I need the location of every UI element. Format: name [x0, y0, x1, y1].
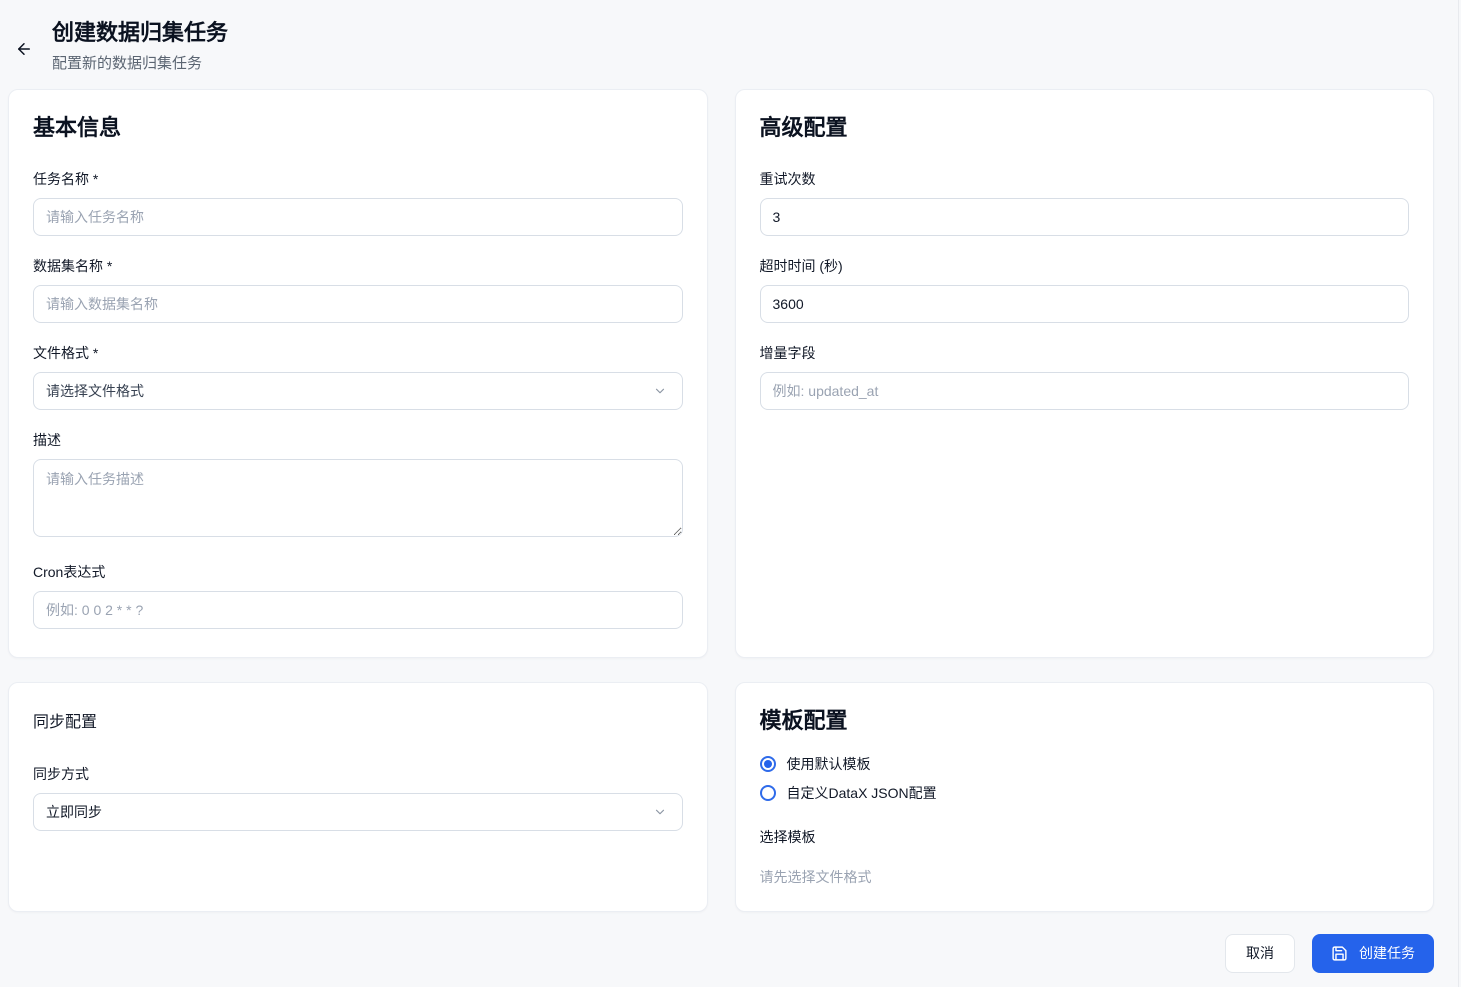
create-task-button[interactable]: 创建任务 [1312, 934, 1434, 973]
incremental-field: 增量字段 [760, 343, 1410, 410]
chevron-down-icon [653, 384, 667, 398]
radio-unselected-icon [760, 785, 776, 801]
dataset-name-input[interactable] [33, 285, 683, 323]
incremental-input[interactable] [760, 372, 1410, 410]
task-name-label: 任务名称 * [33, 169, 683, 189]
incremental-label: 增量字段 [760, 343, 1410, 363]
select-template-label: 选择模板 [760, 827, 1410, 847]
cron-input[interactable] [33, 591, 683, 629]
chevron-down-icon [653, 805, 667, 819]
sync-config-title: 同步配置 [33, 713, 683, 734]
cancel-button[interactable]: 取消 [1225, 934, 1295, 973]
description-field: 描述 [33, 430, 683, 542]
retry-count-label: 重试次数 [760, 169, 1410, 189]
cron-field: Cron表达式 [33, 562, 683, 629]
advanced-config-card: 高级配置 重试次数 超时时间 (秒) 增量字段 [735, 89, 1435, 658]
form-grid: 基本信息 任务名称 * 数据集名称 * 文件格式 * 请选择文件格式 [8, 89, 1434, 911]
basic-info-card: 基本信息 任务名称 * 数据集名称 * 文件格式 * 请选择文件格式 [8, 89, 708, 658]
page-title: 创建数据归集任务 [52, 20, 228, 46]
create-task-label: 创建任务 [1359, 943, 1415, 963]
advanced-config-title: 高级配置 [760, 114, 1410, 143]
description-label: 描述 [33, 430, 683, 450]
radio-custom-datax-label: 自定义DataX JSON配置 [787, 783, 937, 803]
arrow-left-icon [15, 40, 33, 58]
page-header: 创建数据归集任务 配置新的数据归集任务 [8, 20, 1434, 73]
timeout-field: 超时时间 (秒) [760, 256, 1410, 323]
file-format-select-value: 请选择文件格式 [46, 381, 144, 401]
task-name-input[interactable] [33, 198, 683, 236]
header-titles: 创建数据归集任务 配置新的数据归集任务 [52, 20, 228, 73]
page-subtitle: 配置新的数据归集任务 [52, 52, 228, 73]
radio-default-template[interactable]: 使用默认模板 [760, 754, 1410, 774]
task-name-field: 任务名称 * [33, 169, 683, 236]
sync-config-card: 同步配置 同步方式 立即同步 [8, 682, 708, 912]
cron-label: Cron表达式 [33, 562, 683, 582]
dataset-name-field: 数据集名称 * [33, 256, 683, 323]
template-config-title: 模板配置 [760, 707, 1410, 736]
dataset-name-label: 数据集名称 * [33, 256, 683, 276]
timeout-input[interactable] [760, 285, 1410, 323]
basic-info-title: 基本信息 [33, 114, 683, 143]
file-format-label: 文件格式 * [33, 343, 683, 363]
footer-actions: 取消 创建任务 [8, 934, 1434, 973]
sync-mode-field: 同步方式 立即同步 [33, 764, 683, 831]
retry-count-input[interactable] [760, 198, 1410, 236]
back-button[interactable] [8, 33, 40, 65]
sync-mode-select[interactable]: 立即同步 [33, 793, 683, 831]
sync-mode-label: 同步方式 [33, 764, 683, 784]
save-icon [1331, 945, 1348, 962]
create-task-page: 创建数据归集任务 配置新的数据归集任务 基本信息 任务名称 * 数据集名称 * … [0, 0, 1461, 987]
template-config-card: 模板配置 使用默认模板 自定义DataX JSON配置 选择模板 请先选择文件格… [735, 682, 1435, 912]
radio-default-template-label: 使用默认模板 [787, 754, 871, 774]
timeout-label: 超时时间 (秒) [760, 256, 1410, 276]
radio-selected-icon [760, 756, 776, 772]
description-textarea[interactable] [33, 459, 683, 537]
viewport-edge-divider [1458, 0, 1459, 987]
file-format-field: 文件格式 * 请选择文件格式 [33, 343, 683, 410]
sync-mode-select-value: 立即同步 [46, 802, 102, 822]
select-template-hint: 请先选择文件格式 [760, 867, 1410, 887]
retry-count-field: 重试次数 [760, 169, 1410, 236]
file-format-select[interactable]: 请选择文件格式 [33, 372, 683, 410]
radio-custom-datax[interactable]: 自定义DataX JSON配置 [760, 783, 1410, 803]
